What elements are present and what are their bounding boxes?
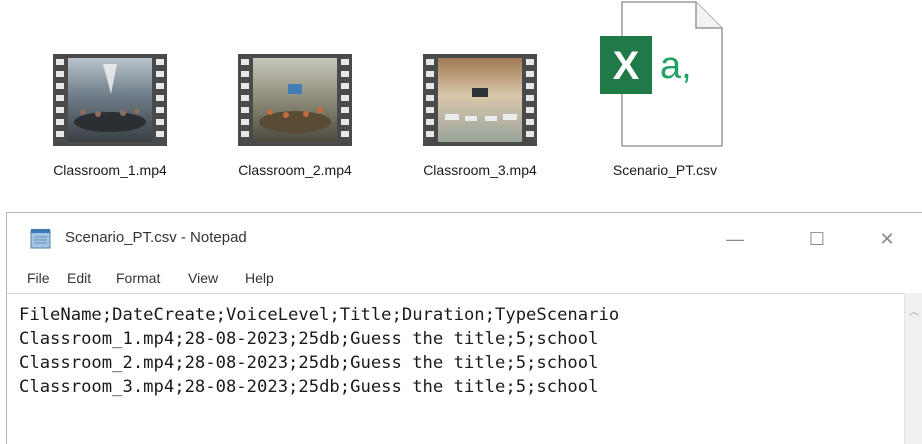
file-classroom-3[interactable]: Classroom_3.mp4	[415, 0, 545, 210]
notepad-app-icon	[29, 228, 53, 255]
svg-text:a,: a,	[660, 45, 692, 87]
maximize-button[interactable]: ☐	[797, 223, 837, 255]
minimize-button[interactable]: —	[715, 223, 755, 255]
notepad-window: Scenario_PT.csv - Notepad — ☐ ✕ File Edi…	[6, 212, 922, 444]
title-bar[interactable]: Scenario_PT.csv - Notepad — ☐ ✕	[7, 213, 922, 265]
video-file-icon	[53, 54, 167, 146]
menu-view[interactable]: View	[188, 270, 218, 286]
scroll-up-arrow-icon[interactable]: ︿	[909, 303, 919, 318]
file-name: Scenario_PT.csv	[612, 162, 718, 178]
window-title: Scenario_PT.csv - Notepad	[65, 229, 247, 246]
vertical-scrollbar[interactable]: ︿	[904, 293, 922, 444]
file-name: Classroom_2.mp4	[238, 162, 352, 178]
close-button[interactable]: ✕	[867, 223, 907, 255]
svg-text:X: X	[613, 44, 640, 88]
text-line: Classroom_1.mp4;28-08-2023;25db;Guess th…	[19, 329, 599, 349]
file-name: Classroom_1.mp4	[53, 162, 167, 178]
video-file-icon	[238, 54, 352, 146]
menu-format[interactable]: Format	[116, 270, 160, 286]
text-line: Classroom_2.mp4;28-08-2023;25db;Guess th…	[19, 353, 599, 373]
video-file-icon	[423, 54, 537, 146]
file-name: Classroom_3.mp4	[423, 162, 537, 178]
text-line: Classroom_3.mp4;28-08-2023;25db;Guess th…	[19, 377, 599, 397]
desktop: Classroom_1.mp4 Classroom_2.mp4 Classroo…	[0, 0, 922, 444]
menu-file[interactable]: File	[27, 270, 50, 286]
file-classroom-2[interactable]: Classroom_2.mp4	[230, 0, 360, 210]
excel-csv-file-icon: X a,	[600, 0, 730, 153]
text-line: FileName;DateCreate;VoiceLevel;Title;Dur…	[19, 305, 620, 325]
file-classroom-1[interactable]: Classroom_1.mp4	[45, 0, 175, 210]
text-editor[interactable]: FileName;DateCreate;VoiceLevel;Title;Dur…	[7, 293, 912, 444]
menu-bar: File Edit Format View Help	[7, 267, 922, 291]
file-scenario-csv[interactable]: X a, Scenario_PT.csv	[595, 0, 735, 210]
menu-edit[interactable]: Edit	[67, 270, 91, 286]
menu-help[interactable]: Help	[245, 270, 274, 286]
